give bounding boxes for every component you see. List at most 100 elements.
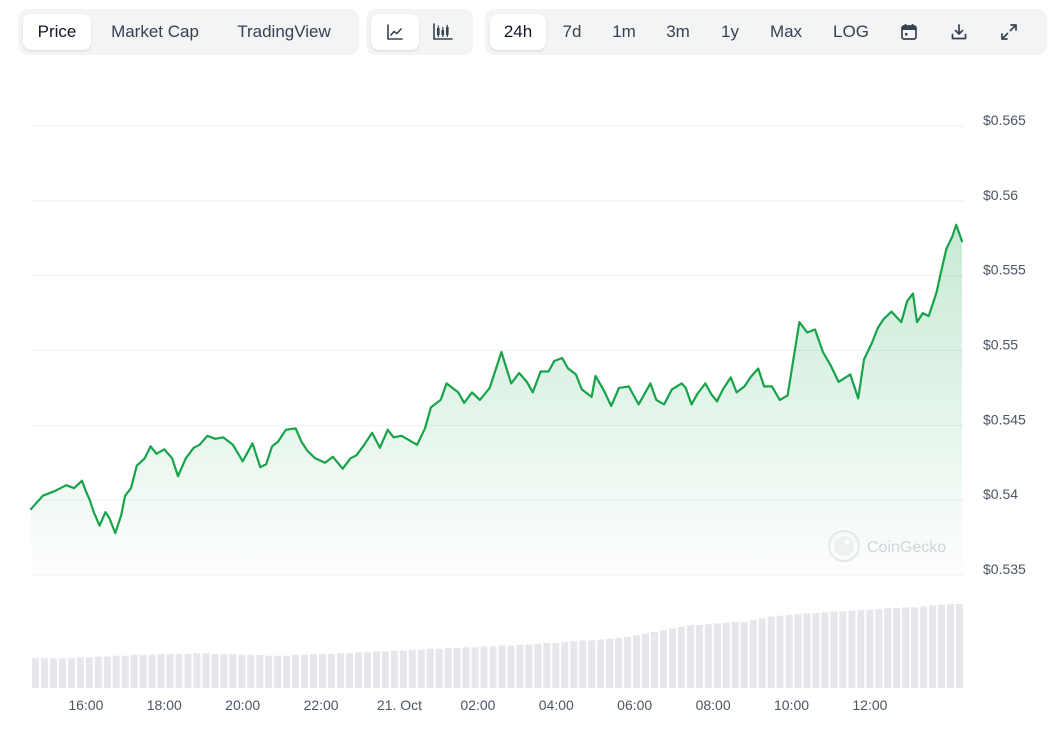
volume-bar [399, 650, 407, 688]
volume-bar [148, 654, 156, 688]
volume-bar [686, 625, 694, 688]
volume-bar [58, 658, 66, 688]
volume-bar [749, 620, 757, 688]
volume-bar [157, 654, 165, 688]
volume-bar [516, 644, 524, 688]
price-chart[interactable]: CoinGecko $0.535$0.54$0.545$0.55$0.555$0… [0, 0, 1050, 732]
volume-bar [713, 623, 721, 688]
volume-bar [938, 604, 946, 688]
x-tick-label: 10:00 [774, 697, 809, 713]
volume-bar [552, 642, 560, 688]
volume-bar [561, 642, 569, 688]
volume-bar [310, 654, 318, 688]
volume-bar [776, 615, 784, 688]
volume-bar [85, 657, 93, 688]
volume-bar [740, 621, 748, 688]
volume-bar [292, 654, 300, 688]
volume-bar [247, 654, 255, 688]
volume-bar [606, 638, 614, 688]
x-axis-labels: 16:00 18:00 20:00 22:00 21. Oct 02:00 04:00 06:… [68, 697, 887, 713]
volume-bar [283, 655, 291, 688]
volume-bar [256, 654, 264, 688]
x-tick-label: 04:00 [539, 697, 574, 713]
volume-bar [435, 648, 443, 688]
y-tick-label: $0.545 [983, 411, 1026, 427]
volume-bar [731, 621, 739, 688]
volume-bar [659, 630, 667, 688]
volume-bar [947, 603, 955, 688]
volume-bar [848, 610, 856, 688]
y-tick-label: $0.565 [983, 112, 1026, 128]
volume-bar [794, 614, 802, 688]
volume-bar [902, 607, 910, 688]
x-tick-label: 06:00 [617, 697, 652, 713]
volume-bar [390, 650, 398, 688]
volume-bar [543, 642, 551, 688]
volume-bar [265, 655, 273, 688]
volume-bar [76, 657, 84, 688]
volume-bar [642, 633, 650, 688]
volume-bar [624, 637, 632, 688]
volume-bar [498, 645, 506, 688]
volume-bar [345, 653, 353, 688]
volume-bar [408, 649, 416, 688]
volume-bar [633, 635, 641, 688]
volume-bar [67, 658, 75, 688]
volume-bar [94, 656, 102, 688]
volume-bar [238, 654, 246, 688]
x-tick-label: 16:00 [68, 697, 103, 713]
volume-bar [139, 654, 147, 688]
volume-bar [929, 605, 937, 688]
volume-bar [893, 608, 901, 688]
volume-bar [121, 655, 129, 688]
volume-bar [920, 606, 928, 688]
volume-bar [866, 609, 874, 688]
volume-bar [363, 652, 371, 688]
x-tick-label: 08:00 [696, 697, 731, 713]
volume-bar [821, 612, 829, 688]
volume-bar [112, 655, 120, 688]
volume-bar [812, 613, 820, 688]
volume-bar [704, 624, 712, 688]
volume-bar [274, 655, 282, 688]
volume-bar [381, 651, 389, 688]
watermark-text: CoinGecko [867, 539, 946, 556]
volume-bar [911, 607, 919, 688]
volume-bar [184, 654, 192, 688]
volume-bar [875, 608, 883, 688]
y-tick-label: $0.54 [983, 486, 1018, 502]
volume-bar [651, 631, 658, 688]
volume-bar [229, 654, 237, 688]
volume-bar [588, 640, 596, 688]
volume-bar [426, 648, 434, 688]
volume-bar [956, 603, 963, 688]
y-tick-label: $0.55 [983, 337, 1018, 353]
volume-bar [166, 654, 174, 688]
volume-bar [785, 614, 793, 688]
volume-bar [534, 643, 542, 688]
volume-bars [32, 603, 963, 688]
volume-bar [489, 646, 497, 688]
volume-bar [354, 652, 362, 688]
volume-bar [202, 653, 210, 688]
volume-bar [767, 616, 775, 688]
y-tick-label: $0.555 [983, 262, 1026, 278]
x-tick-label: 18:00 [147, 697, 182, 713]
volume-bar [417, 649, 425, 688]
volume-bar [668, 628, 676, 688]
y-tick-label: $0.56 [983, 187, 1018, 203]
volume-bar [130, 654, 138, 688]
volume-bar [677, 626, 685, 688]
volume-bar [372, 651, 380, 688]
volume-bar [884, 608, 892, 688]
volume-bar [722, 622, 730, 688]
x-tick-label: 02:00 [460, 697, 495, 713]
x-tick-label: 20:00 [225, 697, 260, 713]
volume-bar [40, 658, 48, 688]
volume-bar [579, 640, 587, 688]
volume-bar [301, 654, 309, 688]
volume-bar [830, 611, 838, 688]
volume-bar [337, 653, 344, 688]
volume-bar [319, 654, 327, 688]
volume-bar [525, 644, 533, 688]
